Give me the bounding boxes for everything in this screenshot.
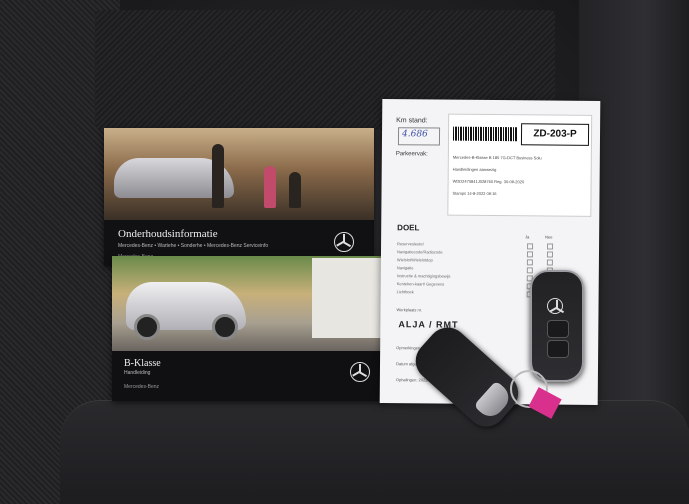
doel-heading: DOEL — [397, 223, 420, 233]
person-figure — [212, 144, 224, 208]
km-value: 4.686 — [401, 129, 428, 140]
vehicle-sticker: ZD-203-P Mercedes-B-Klasse B 180 7G-DCT … — [447, 113, 593, 217]
model-booklet-subtitle: Handleiding — [124, 370, 151, 376]
mercedes-star-icon — [334, 232, 354, 252]
mercedes-star-icon — [350, 362, 370, 382]
service-booklet: Onderhoudsinformatie Mercedes-Benz • War… — [104, 128, 374, 266]
column-nee: Nee — [545, 234, 553, 240]
license-plate: ZD-203-P — [520, 123, 590, 146]
mercedes-star-icon — [547, 298, 563, 314]
seat-cushion — [60, 400, 689, 504]
wheel — [212, 314, 238, 340]
service-booklet-photo — [104, 128, 374, 220]
car-key-fob — [530, 270, 584, 382]
unlock-button-icon — [547, 340, 569, 358]
crouching-person — [289, 172, 301, 208]
house — [312, 258, 384, 338]
scene-background: Onderhoudsinformatie Mercedes-Benz • War… — [0, 0, 689, 504]
wheel — [134, 314, 160, 340]
parkeervak-label: Parkeervak: — [395, 151, 428, 158]
model-booklet: B-Klasse Handleiding Mercedes-Benz — [112, 256, 384, 401]
column-ja: Ja — [525, 234, 530, 240]
sticker-line: Stamps 14-8-2022 09:16 — [452, 190, 497, 197]
lock-button-icon — [547, 320, 569, 338]
service-booklet-subtitle: Mercedes-Benz • Wartehe • Sonderhe • Mer… — [118, 243, 269, 249]
werkplaats-label: Werkplaats nr. — [396, 307, 423, 313]
sticker-line: WDD2470841J028760 Reg. 30-09-2020 — [452, 178, 525, 185]
child-figure — [264, 166, 276, 208]
km-label: Km stand: — [396, 117, 428, 125]
service-booklet-title: Onderhoudsinformatie — [118, 228, 218, 240]
sticker-line: Mercedes-B-Klasse B 180 7G-DCT Business … — [452, 154, 542, 161]
sticker-line: Handleidingen aanwezig — [452, 166, 497, 173]
barcode — [452, 126, 518, 142]
model-booklet-photo — [112, 256, 384, 351]
model-booklet-title: B-Klasse — [124, 358, 161, 369]
model-booklet-brand: Mercedes-Benz — [124, 384, 160, 390]
